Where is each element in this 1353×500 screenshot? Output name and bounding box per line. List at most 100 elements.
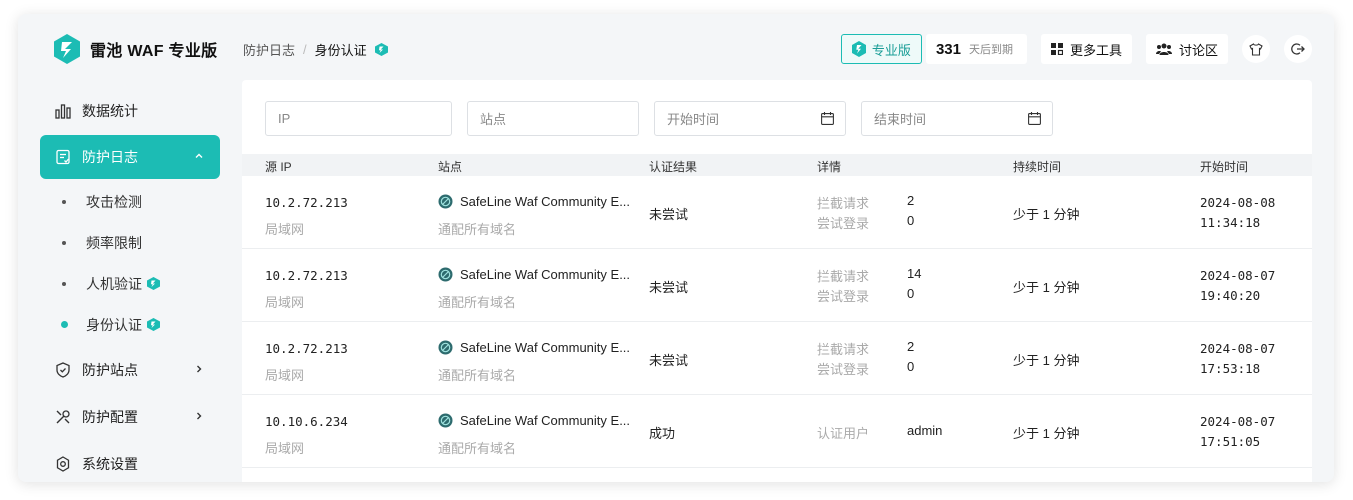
detail-label: 拦截请求 xyxy=(817,196,870,211)
tools-icon xyxy=(55,409,71,425)
site-name-text: SafeLine Waf Community E... xyxy=(460,413,631,428)
bullet-dot-active xyxy=(61,321,68,328)
sidebar-subitem-attack-detection[interactable]: 攻击检测 xyxy=(40,181,220,222)
site-name[interactable]: SafeLine Waf Community E... xyxy=(438,413,630,428)
network-type: 局域网 xyxy=(265,222,305,237)
sidebar-nav: 数据统计 防护日志 攻击检测 频率限制 人机验证 身份认证 防护站点 防护配置 … xyxy=(40,89,220,482)
site-name[interactable]: SafeLine Waf Community E... xyxy=(438,194,630,209)
end-time-picker[interactable]: 结束时间 xyxy=(861,101,1053,136)
sidebar-item-protection-log[interactable]: 防护日志 xyxy=(40,135,220,179)
table-row[interactable]: 10.10.6.234 局域网 SafeLine Waf Community E… xyxy=(242,395,1312,468)
table-body: 10.2.72.213 局域网 SafeLine Waf Community E… xyxy=(242,176,1312,468)
detail-value: 0 xyxy=(907,359,915,374)
chevron-up-icon xyxy=(194,150,204,164)
expiry-days: 331 xyxy=(935,40,961,58)
bullet-dot xyxy=(62,281,66,286)
sidebar-subitem-captcha[interactable]: 人机验证 xyxy=(40,263,220,304)
site-domain: 通配所有域名 xyxy=(438,368,517,383)
start-date: 2024-08-07 xyxy=(1200,414,1276,429)
more-tools-button[interactable]: 更多工具 xyxy=(1040,34,1132,64)
bar-chart-icon xyxy=(55,103,71,119)
app-window: 雷池 WAF 专业版 数据统计 防护日志 攻击检测 频率限制 人机验证 身份认证… xyxy=(18,14,1334,482)
sidebar-subitem-rate-limit[interactable]: 频率限制 xyxy=(40,222,220,263)
log-icon xyxy=(55,149,71,165)
detail-value: 14 xyxy=(907,266,922,281)
start-date: 2024-08-07 xyxy=(1200,341,1276,356)
site-globe-icon xyxy=(438,194,453,209)
calendar-icon xyxy=(821,112,834,125)
auth-result: 成功 xyxy=(649,426,676,441)
gear-icon xyxy=(55,456,71,472)
site-domain: 通配所有域名 xyxy=(438,295,517,310)
breadcrumb-current: 身份认证 xyxy=(314,43,367,58)
detail-label: 尝试登录 xyxy=(817,289,870,304)
detail-value: 2 xyxy=(907,339,915,354)
start-clock: 17:53:18 xyxy=(1200,361,1261,376)
column-header: 详情 xyxy=(817,160,842,174)
bullet-dot xyxy=(62,199,66,204)
site-filter-input[interactable]: 站点 xyxy=(467,101,639,136)
sidebar-item-protected-sites[interactable]: 防护站点 xyxy=(40,348,220,392)
site-globe-icon xyxy=(438,413,453,428)
network-type: 局域网 xyxy=(265,295,305,310)
pro-edition-button[interactable]: 专业版 xyxy=(840,34,922,64)
detail-label: 尝试登录 xyxy=(817,216,870,231)
sidebar-item-stats[interactable]: 数据统计 xyxy=(40,89,220,133)
table-row[interactable]: 10.2.72.213 局域网 SafeLine Waf Community E… xyxy=(242,322,1312,395)
source-ip: 10.2.72.213 xyxy=(265,268,348,283)
sidebar-item-label: 防护配置 xyxy=(82,409,138,425)
forum-button[interactable]: 讨论区 xyxy=(1145,34,1228,64)
end-time-placeholder: 结束时间 xyxy=(874,112,927,127)
detail-label: 认证用户 xyxy=(817,426,870,441)
detail-value: 2 xyxy=(907,193,915,208)
breadcrumb-parent[interactable]: 防护日志 xyxy=(243,40,295,59)
site-filter-placeholder: 站点 xyxy=(480,112,507,127)
start-time-picker[interactable]: 开始时间 xyxy=(654,101,846,136)
table-header: 源 IP 站点 认证结果 详情 持续时间 开始时间 xyxy=(242,154,1312,176)
column-header: 源 IP xyxy=(265,160,292,174)
sidebar-item-protection-config[interactable]: 防护配置 xyxy=(40,395,220,439)
sidebar-item-label: 防护站点 xyxy=(82,362,138,378)
column-header: 站点 xyxy=(438,160,463,174)
duration: 少于 1 分钟 xyxy=(1013,426,1080,441)
sidebar-subitem-label: 身份认证 xyxy=(86,316,142,333)
site-domain: 通配所有域名 xyxy=(438,441,517,456)
duration: 少于 1 分钟 xyxy=(1013,353,1080,368)
start-clock: 17:51:05 xyxy=(1200,434,1261,449)
site-name[interactable]: SafeLine Waf Community E... xyxy=(438,340,630,355)
brand[interactable]: 雷池 WAF 专业版 xyxy=(54,34,217,64)
detail-label: 拦截请求 xyxy=(817,342,870,357)
sidebar-subitem-identity-auth[interactable]: 身份认证 xyxy=(40,304,220,345)
site-name[interactable]: SafeLine Waf Community E... xyxy=(438,267,630,282)
pro-icon xyxy=(374,43,388,56)
grid-icon xyxy=(1050,43,1063,55)
pro-edition-label: 专业版 xyxy=(871,42,911,58)
logout-button[interactable] xyxy=(1284,35,1312,63)
detail-value: 0 xyxy=(907,213,915,228)
ip-filter-input[interactable]: IP xyxy=(265,101,452,136)
detail-value: 0 xyxy=(907,286,915,301)
site-name-text: SafeLine Waf Community E... xyxy=(460,267,631,282)
pro-icon xyxy=(851,41,866,57)
shirt-icon xyxy=(1249,42,1263,56)
start-date: 2024-08-08 xyxy=(1200,195,1276,210)
auth-result: 未尝试 xyxy=(649,280,689,295)
site-globe-icon xyxy=(438,267,453,282)
sidebar-item-system-settings[interactable]: 系统设置 xyxy=(40,442,220,482)
sidebar-subitem-label: 人机验证 xyxy=(86,275,142,292)
detail-value: admin xyxy=(907,423,943,438)
calendar-icon xyxy=(1028,112,1041,125)
duration: 少于 1 分钟 xyxy=(1013,207,1080,222)
site-name-text: SafeLine Waf Community E... xyxy=(460,340,631,355)
sidebar-item-label: 系统设置 xyxy=(82,456,138,472)
site-domain: 通配所有域名 xyxy=(438,222,517,237)
table-row[interactable]: 10.2.72.213 局域网 SafeLine Waf Community E… xyxy=(242,249,1312,322)
theme-button[interactable] xyxy=(1242,35,1270,63)
column-header: 持续时间 xyxy=(1013,160,1062,174)
top-toolbar: 专业版 331 天后到期 更多工具 讨论区 xyxy=(840,34,1312,64)
log-panel: IP 站点 开始时间 结束时间 源 IP 站点 认证结果 详情 持续时间 开始时… xyxy=(242,80,1312,482)
table-row[interactable]: 10.2.72.213 局域网 SafeLine Waf Community E… xyxy=(242,176,1312,249)
chevron-right-icon xyxy=(194,363,204,377)
column-header: 开始时间 xyxy=(1200,160,1249,174)
breadcrumb-separator: / xyxy=(303,42,307,57)
